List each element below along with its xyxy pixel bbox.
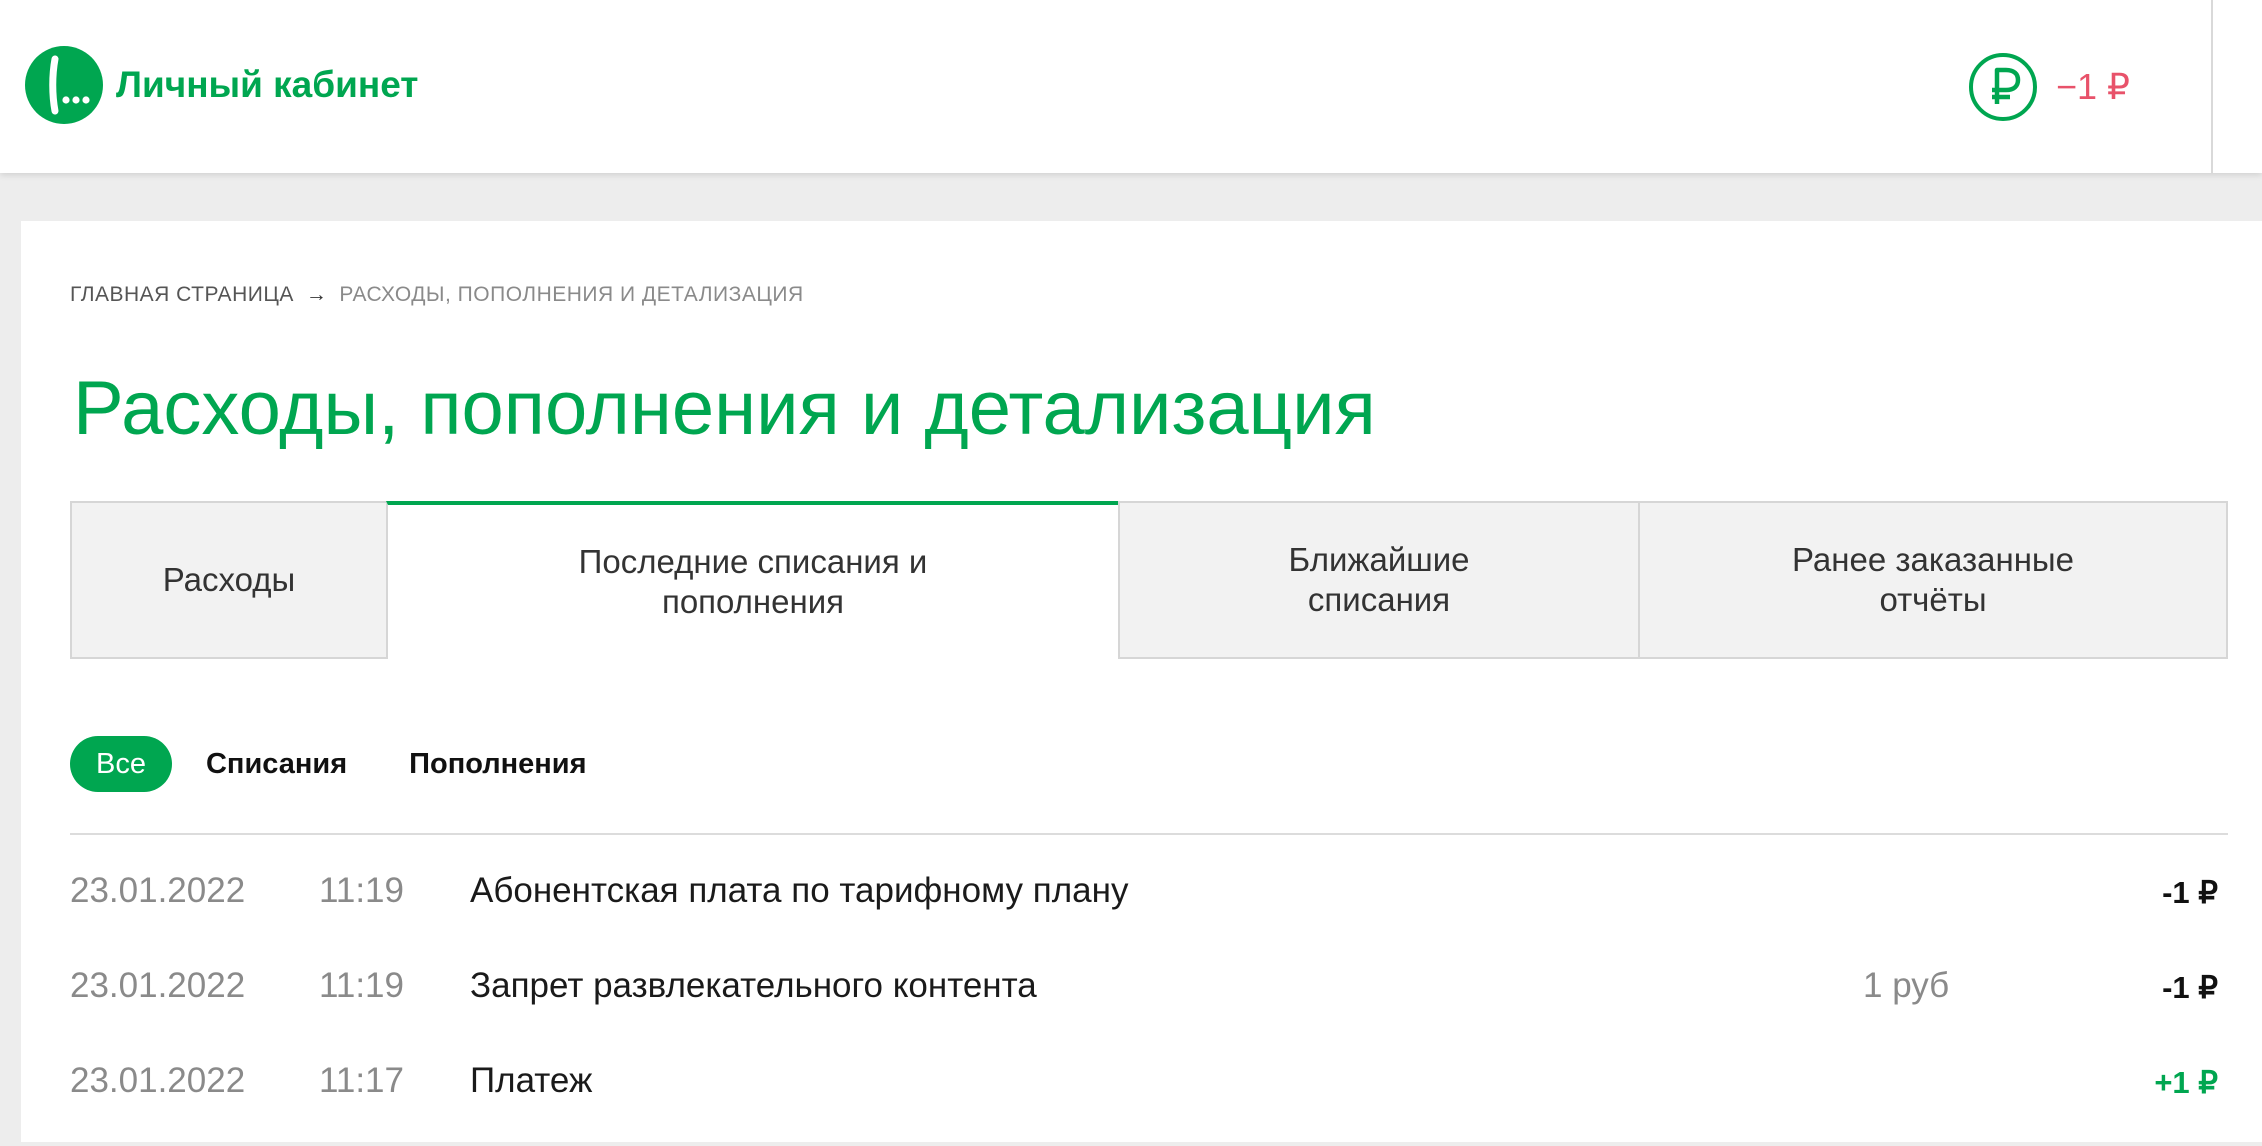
transaction-list: 23.01.2022 11:19 Абонентская плата по та… [70, 861, 2228, 1146]
transaction-date: 23.01.2022 [70, 1061, 246, 1100]
transaction-amount: +1 ₽ [2154, 1065, 2218, 1100]
transaction-amount: -1 ₽ [2162, 875, 2218, 910]
transaction-filters: Все Списания Пополнения [70, 736, 587, 792]
transaction-amount: -1 ₽ [2162, 970, 2218, 1005]
transaction-time: 11:19 [319, 871, 404, 910]
transaction-time: 11:17 [319, 1061, 404, 1100]
ruble-icon [1969, 53, 2037, 121]
tab-label: Ранее заказанные отчёты [1792, 541, 2074, 618]
transaction-date: 23.01.2022 [70, 966, 246, 1005]
transaction-row[interactable]: 23.01.2022 11:19 Запрет развлекательного… [70, 956, 2228, 1051]
transaction-description: Абонентская плата по тарифному плану [470, 871, 1129, 910]
filter-topups-button[interactable]: Пополнения [409, 748, 586, 781]
brand-title: Личный кабинет [116, 64, 419, 105]
header-divider [2211, 0, 2213, 173]
breadcrumb-current: РАСХОДЫ, ПОПОЛНЕНИЯ И ДЕТАЛИЗАЦИЯ [339, 283, 804, 306]
transaction-row[interactable]: 23.01.2022 11:17 Платеж +1 ₽ [70, 1051, 2228, 1146]
filter-all-button[interactable]: Все [70, 736, 172, 792]
tab-label: Расходы [162, 561, 296, 599]
transaction-description: Запрет развлекательного контента [470, 966, 1037, 1005]
logo-link[interactable]: Личный кабинет [24, 45, 418, 125]
tab-label: Ближайшие списания [1288, 541, 1470, 618]
tab-upcoming-charges[interactable]: Ближайшие списания [1118, 501, 1640, 659]
main-content: ГЛАВНАЯ СТРАНИЦА → РАСХОДЫ, ПОПОЛНЕНИЯ И Д… [21, 221, 2262, 1142]
filter-charges-button[interactable]: Списания [206, 748, 347, 781]
transaction-description: Платеж [470, 1061, 593, 1100]
page-title: Расходы, пополнения и детализация [73, 366, 1376, 451]
transaction-note: 1 руб [1863, 966, 1950, 1005]
transaction-date: 23.01.2022 [70, 871, 246, 910]
tab-bar: Расходы Последние списания и пополнения … [70, 501, 2228, 659]
tab-previous-reports[interactable]: Ранее заказанные отчёты [1638, 501, 2228, 659]
tab-expenses[interactable]: Расходы [70, 501, 388, 659]
tab-recent-transactions[interactable]: Последние списания и пополнения [386, 501, 1120, 659]
top-header: Личный кабинет −1 ₽ [0, 0, 2262, 173]
balance-widget[interactable]: −1 ₽ [1968, 52, 2130, 122]
tab-label: Последние списания и пополнения [578, 543, 928, 620]
divider [70, 833, 2228, 835]
transaction-row[interactable]: 23.01.2022 11:19 Абонентская плата по та… [70, 861, 2228, 956]
breadcrumb-home[interactable]: ГЛАВНАЯ СТРАНИЦА [70, 283, 294, 306]
transaction-time: 11:19 [319, 966, 404, 1005]
breadcrumb: ГЛАВНАЯ СТРАНИЦА → РАСХОДЫ, ПОПОЛНЕНИЯ И Д… [70, 283, 804, 307]
balance-value: −1 ₽ [2056, 66, 2130, 107]
megafon-logo-icon [25, 46, 103, 124]
breadcrumb-separator: → [305, 283, 328, 306]
